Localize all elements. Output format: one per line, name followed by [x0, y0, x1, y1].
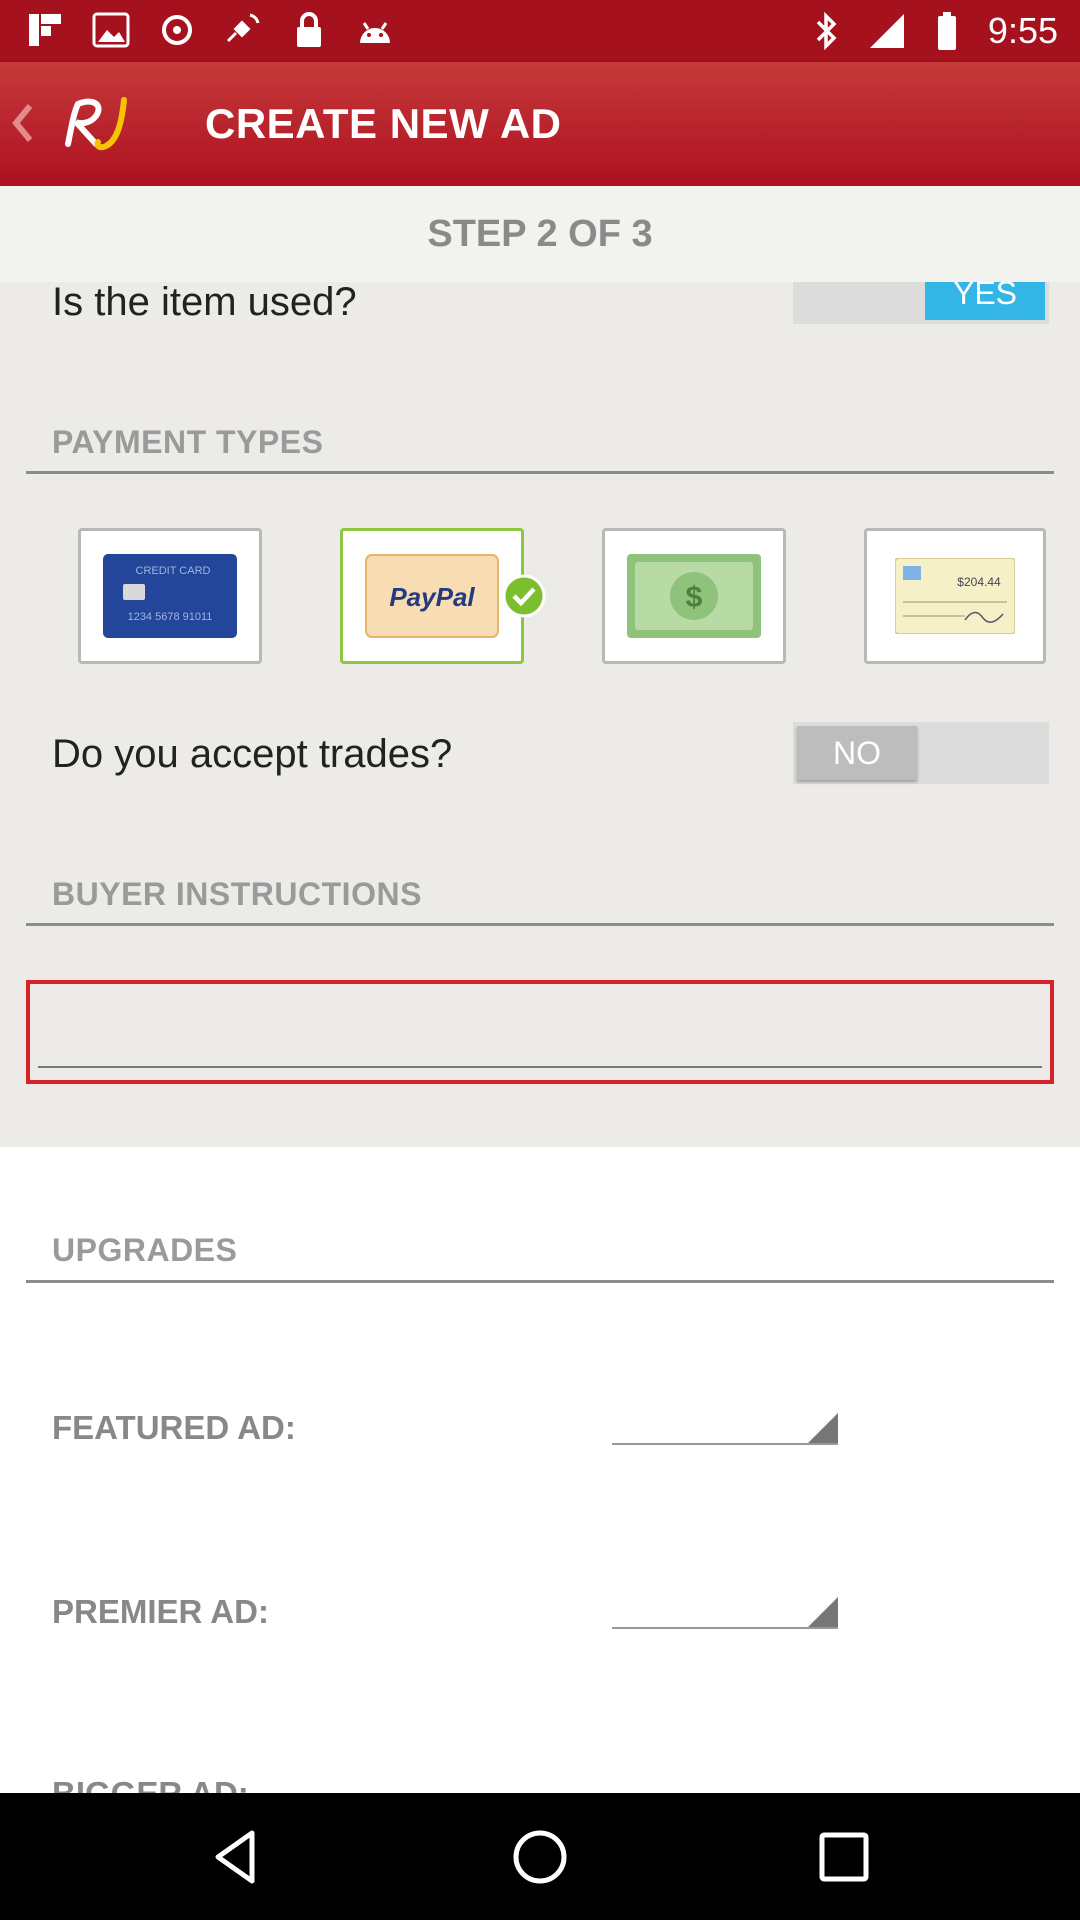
- credit-card-icon: CREDIT CARD 1234 5678 91011: [103, 554, 237, 638]
- cash-option[interactable]: $: [602, 528, 786, 664]
- premier-ad-label: PREMIER AD:: [52, 1593, 269, 1630]
- status-bar: 9:55: [0, 0, 1080, 62]
- paypal-option[interactable]: PayPal: [340, 528, 524, 664]
- back-chevron-icon[interactable]: [8, 98, 38, 148]
- sync-icon: [158, 10, 196, 50]
- svg-text:CREDIT CARD: CREDIT CARD: [136, 565, 211, 577]
- selected-check-icon: [502, 574, 546, 618]
- flipboard-icon: [26, 10, 64, 50]
- app-logo[interactable]: [62, 94, 138, 154]
- step-indicator: STEP 2 OF 3: [0, 186, 1080, 282]
- upgrades-section: UPGRADES FEATURED AD: PREMIER AD: BIGGER…: [0, 1147, 1080, 1793]
- bluetooth-icon: [808, 11, 846, 51]
- lock-icon: [290, 10, 328, 50]
- item-used-label: Is the item used?: [52, 282, 357, 324]
- toggle-no-knob: NO: [797, 726, 917, 780]
- featured-ad-label: FEATURED AD:: [52, 1409, 296, 1446]
- home-icon[interactable]: [508, 1825, 572, 1889]
- accept-trades-label: Do you accept trades?: [52, 732, 453, 776]
- recent-apps-icon[interactable]: [812, 1825, 876, 1889]
- page-title: CREATE NEW AD: [205, 100, 562, 147]
- signal-icon: [868, 11, 906, 51]
- svg-text:PayPal: PayPal: [389, 582, 475, 612]
- check-option[interactable]: $204.44: [864, 528, 1046, 664]
- accept-trades-toggle[interactable]: NO: [793, 722, 1049, 784]
- input-underline: [38, 1066, 1042, 1068]
- svg-text:$204.44: $204.44: [957, 575, 1001, 589]
- battery-icon: [928, 11, 966, 51]
- check-icon: $204.44: [895, 558, 1015, 634]
- android-icon: [356, 10, 394, 50]
- step-text: STEP 2 OF 3: [427, 212, 653, 255]
- image-icon: [92, 10, 130, 50]
- back-icon[interactable]: [206, 1825, 270, 1889]
- item-used-toggle[interactable]: YES: [793, 282, 1049, 324]
- svg-text:1234 5678 91011: 1234 5678 91011: [128, 611, 213, 623]
- featured-ad-dropdown[interactable]: [612, 1401, 838, 1445]
- credit-card-option[interactable]: CREDIT CARD 1234 5678 91011: [78, 528, 262, 664]
- paypal-icon: PayPal: [365, 554, 499, 638]
- satellite-icon: [224, 10, 262, 50]
- dropdown-arrow-icon: [808, 1413, 838, 1443]
- bigger-ad-label: BIGGER AD:: [52, 1775, 249, 1793]
- section-divider: [26, 923, 1054, 926]
- payment-types-heading: PAYMENT TYPES: [52, 424, 324, 460]
- buyer-instructions-heading: BUYER INSTRUCTIONS: [52, 876, 422, 912]
- section-divider: [26, 471, 1054, 474]
- premier-ad-dropdown[interactable]: [612, 1585, 838, 1629]
- form-section-gray: Is the item used? YES PAYMENT TYPES CRED…: [0, 282, 1080, 1147]
- svg-text:$: $: [686, 581, 703, 614]
- navigation-bar: [0, 1793, 1080, 1920]
- upgrades-heading: UPGRADES: [52, 1232, 238, 1268]
- status-time: 9:55: [987, 10, 1058, 51]
- app-bar: CREATE NEW AD: [0, 62, 1080, 186]
- dropdown-arrow-icon: [808, 1597, 838, 1627]
- buyer-instructions-input[interactable]: [26, 980, 1054, 1084]
- toggle-yes-knob: YES: [925, 282, 1045, 320]
- section-divider: [26, 1280, 1054, 1283]
- cash-icon: $: [627, 554, 761, 638]
